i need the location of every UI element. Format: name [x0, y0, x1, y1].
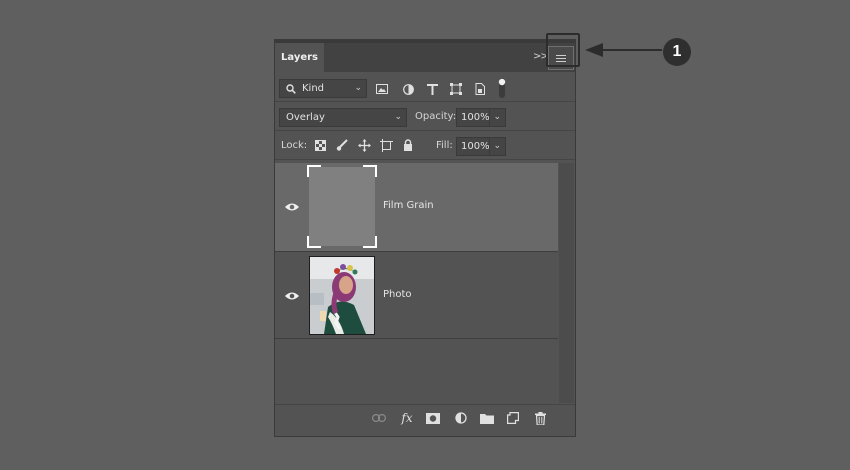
delete-icon[interactable]: [532, 410, 548, 426]
blend-mode-select[interactable]: Overlay ⌄: [279, 108, 407, 127]
lock-transparent-pixels-icon[interactable]: [313, 138, 327, 152]
photo-thumbnail-image: [310, 257, 374, 334]
search-icon: [286, 84, 296, 94]
lock-label: Lock:: [281, 140, 308, 151]
panel-footer: fx: [275, 404, 575, 432]
fill-value: 100%: [461, 141, 490, 152]
adjustment-filter-icon[interactable]: [401, 82, 415, 96]
filter-kind-select[interactable]: Kind ⌄: [279, 79, 367, 98]
tab-layers[interactable]: Layers: [275, 43, 324, 72]
panel-tab-bar: Layers >>: [275, 40, 575, 72]
callout-highlight-box: [546, 33, 580, 67]
fx-icon[interactable]: fx: [399, 410, 415, 426]
link-layers-icon[interactable]: [371, 411, 387, 425]
blend-mode-value: Overlay: [286, 112, 325, 123]
new-layer-icon[interactable]: [505, 411, 521, 425]
lock-artboard-icon[interactable]: [379, 138, 393, 152]
chevron-down-icon[interactable]: ⌄: [489, 109, 501, 126]
lock-all-icon[interactable]: [401, 138, 415, 152]
lock-position-icon[interactable]: [357, 138, 371, 152]
adjustment-layer-icon[interactable]: [453, 411, 469, 425]
layer-row-photo[interactable]: Photo: [275, 251, 558, 339]
shape-filter-icon[interactable]: [449, 82, 463, 96]
layer-thumbnail[interactable]: [307, 165, 377, 248]
type-filter-icon[interactable]: [425, 82, 439, 96]
opacity-field[interactable]: 100% ⌄: [456, 108, 506, 127]
blend-row: Overlay ⌄ Opacity: 100% ⌄: [275, 103, 575, 131]
layers-panel: Layers >> Kind ⌄ Overlay ⌄ Opacity: 100%…: [274, 39, 576, 437]
chevron-down-icon: ⌄: [394, 112, 402, 122]
eye-icon[interactable]: [284, 202, 300, 212]
smart-object-filter-icon[interactable]: [473, 82, 487, 96]
lock-row: Lock: Fill: 100% ⌄: [275, 132, 575, 160]
lock-image-pixels-icon[interactable]: [335, 138, 349, 152]
filter-row: Kind ⌄: [275, 72, 575, 102]
layers-scrollbar[interactable]: [559, 163, 574, 403]
selection-corners: [307, 165, 377, 248]
image-filter-icon[interactable]: [375, 82, 389, 96]
callout-arrow-line: [600, 49, 662, 51]
add-mask-icon[interactable]: [425, 411, 441, 425]
layer-row-film-grain[interactable]: Film Grain: [275, 163, 558, 251]
fill-label: Fill:: [436, 140, 453, 151]
new-group-icon[interactable]: [479, 411, 495, 425]
fill-field[interactable]: 100% ⌄: [456, 137, 506, 156]
filter-kind-label: Kind: [302, 83, 325, 94]
layer-name[interactable]: Film Grain: [383, 200, 434, 211]
chevron-down-icon[interactable]: ⌄: [489, 138, 501, 155]
opacity-value: 100%: [461, 112, 490, 123]
opacity-label: Opacity:: [415, 111, 457, 122]
callout-number-badge: 1: [663, 38, 691, 66]
eye-icon[interactable]: [284, 291, 300, 301]
layer-thumbnail[interactable]: [309, 256, 375, 335]
filter-toggle-icon[interactable]: [495, 77, 509, 99]
chevron-down-icon: ⌄: [354, 83, 362, 93]
layer-name[interactable]: Photo: [383, 289, 412, 300]
